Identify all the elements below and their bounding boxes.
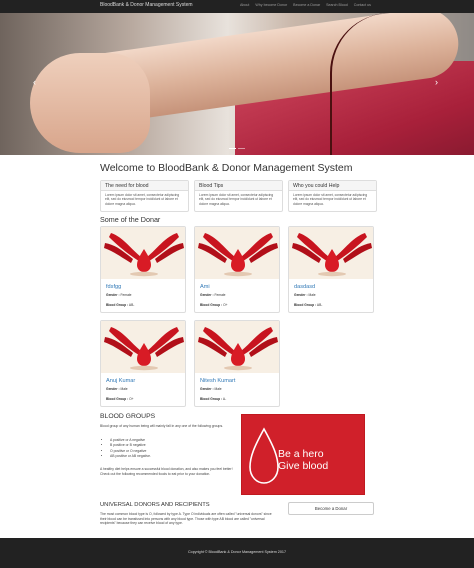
panel-title: Who you could Help	[289, 181, 376, 191]
donor-gender: Gender : Female	[106, 293, 131, 297]
donor-blood-group: Blood Group : O+	[106, 397, 134, 401]
blood-groups-outro: A healthy diet helps ensure a successful…	[100, 467, 233, 476]
footer: Copyright © BloodBank & Donor Management…	[0, 538, 474, 568]
donor-name-link[interactable]: Ami	[200, 284, 210, 290]
gender-label: Gender :	[294, 293, 308, 297]
donor-image	[101, 321, 185, 373]
gender-label: Gender :	[106, 387, 120, 391]
blood-group-value: AB-	[316, 303, 323, 307]
info-panel-need: The need for blood Lorem ipsum dolor sit…	[100, 180, 189, 212]
panel-body: Lorem ipsum dolor sit amet, consectetur …	[199, 193, 274, 206]
navbar: BloodBank & Donor Management System Abou…	[0, 0, 474, 13]
hero-carousel: ‹ ›	[0, 13, 474, 155]
donor-name-link[interactable]: dasdasd	[294, 284, 315, 290]
info-panel-help: Who you could Help Lorem ipsum dolor sit…	[288, 180, 377, 212]
donor-gender: Gender : Male	[106, 387, 128, 391]
nav-links: About Why become Donor Become a Donar Se…	[240, 3, 371, 7]
universal-body: The most common blood type is O, followe…	[100, 512, 272, 526]
become-donar-button[interactable]: Become a Donar	[288, 502, 374, 515]
brand-link[interactable]: BloodBank & Donor Management System	[100, 2, 193, 8]
panel-body: Lorem ipsum dolor sit amet, consectetur …	[105, 193, 180, 206]
donor-image	[195, 227, 279, 279]
blood-groups-intro: Blood group of any human being will main…	[100, 424, 224, 428]
gender-value: Male	[214, 387, 222, 391]
gender-label: Gender :	[200, 387, 214, 391]
donors-heading: Some of the Donar	[100, 215, 161, 224]
donor-card: Ami Gender : Female Blood Group : O+	[194, 226, 280, 313]
universal-title: UNIVERSAL DONORS AND RECIPIENTS	[100, 502, 210, 508]
carousel-prev-icon[interactable]: ‹	[33, 77, 36, 87]
gender-value: Male	[308, 293, 316, 297]
donor-card: Nitesh Kumart Gender : Male Blood Group …	[194, 320, 280, 407]
nav-contact-us[interactable]: Contact us	[354, 3, 371, 7]
blood-group-label: Blood Group :	[200, 303, 223, 307]
donor-image	[289, 227, 373, 279]
panel-title: The need for blood	[101, 181, 188, 191]
donor-name-link[interactable]: fdsfgg	[106, 284, 121, 290]
nav-about[interactable]: About	[240, 3, 249, 7]
donor-blood-group: Blood Group : A-	[200, 397, 226, 401]
gender-value: Female	[120, 293, 132, 297]
list-item: AB positive or AB negative.	[110, 454, 151, 459]
blood-group-value: AB-	[128, 303, 135, 307]
nav-why-become-donor[interactable]: Why become Donor	[255, 3, 287, 7]
donor-card: Anuj Kumar Gender : Male Blood Group : O…	[100, 320, 186, 407]
hero-line-2: Give blood	[278, 460, 329, 472]
donor-gender: Gender : Male	[200, 387, 222, 391]
carousel-indicator[interactable]	[238, 148, 245, 150]
nav-search-blood[interactable]: Search Blood	[326, 3, 348, 7]
panel-body: Lorem ipsum dolor sit amet, consectetur …	[293, 193, 368, 206]
blood-group-label: Blood Group :	[200, 397, 223, 401]
donor-gender: Gender : Female	[200, 293, 225, 297]
footer-copyright: Copyright © BloodBank & Donor Management…	[187, 550, 287, 554]
blood-group-value: A-	[222, 397, 227, 401]
donor-blood-group: Blood Group : AB-	[294, 303, 322, 307]
blood-group-value: O+	[223, 303, 228, 307]
donor-image	[195, 321, 279, 373]
donor-blood-group: Blood Group : AB-	[106, 303, 134, 307]
donor-image	[101, 227, 185, 279]
donor-blood-group: Blood Group : O+	[200, 303, 228, 307]
blood-group-label: Blood Group :	[106, 397, 129, 401]
info-panel-tips: Blood Tips Lorem ipsum dolor sit amet, c…	[194, 180, 283, 212]
donor-gender: Gender : Male	[294, 293, 316, 297]
donor-name-link[interactable]: Anuj Kumar	[106, 378, 135, 384]
donor-card: dasdasd Gender : Male Blood Group : AB-	[288, 226, 374, 313]
nav-become-donar[interactable]: Become a Donar	[293, 3, 320, 7]
gender-value: Female	[214, 293, 226, 297]
panel-title: Blood Tips	[195, 181, 282, 191]
donor-name-link[interactable]: Nitesh Kumart	[200, 378, 235, 384]
blood-group-label: Blood Group :	[106, 303, 129, 307]
page-title: Welcome to BloodBank & Donor Management …	[100, 162, 353, 174]
carousel-indicator[interactable]	[229, 148, 236, 150]
be-a-hero-image: Be a hero Give blood	[241, 414, 365, 495]
blood-groups-list: A positive or A negative B positive or B…	[106, 438, 151, 460]
hero-line-1: Be a hero	[278, 448, 324, 460]
gender-label: Gender :	[200, 293, 214, 297]
gender-value: Male	[120, 387, 128, 391]
carousel-next-icon[interactable]: ›	[435, 77, 438, 87]
donor-card: fdsfgg Gender : Female Blood Group : AB-	[100, 226, 186, 313]
carousel-indicator-row	[229, 148, 245, 150]
blood-group-value: O+	[129, 397, 134, 401]
blood-groups-title: BLOOD GROUPS	[100, 413, 156, 420]
blood-group-label: Blood Group :	[294, 303, 317, 307]
gender-label: Gender :	[106, 293, 120, 297]
carousel-image-hand	[30, 53, 150, 153]
